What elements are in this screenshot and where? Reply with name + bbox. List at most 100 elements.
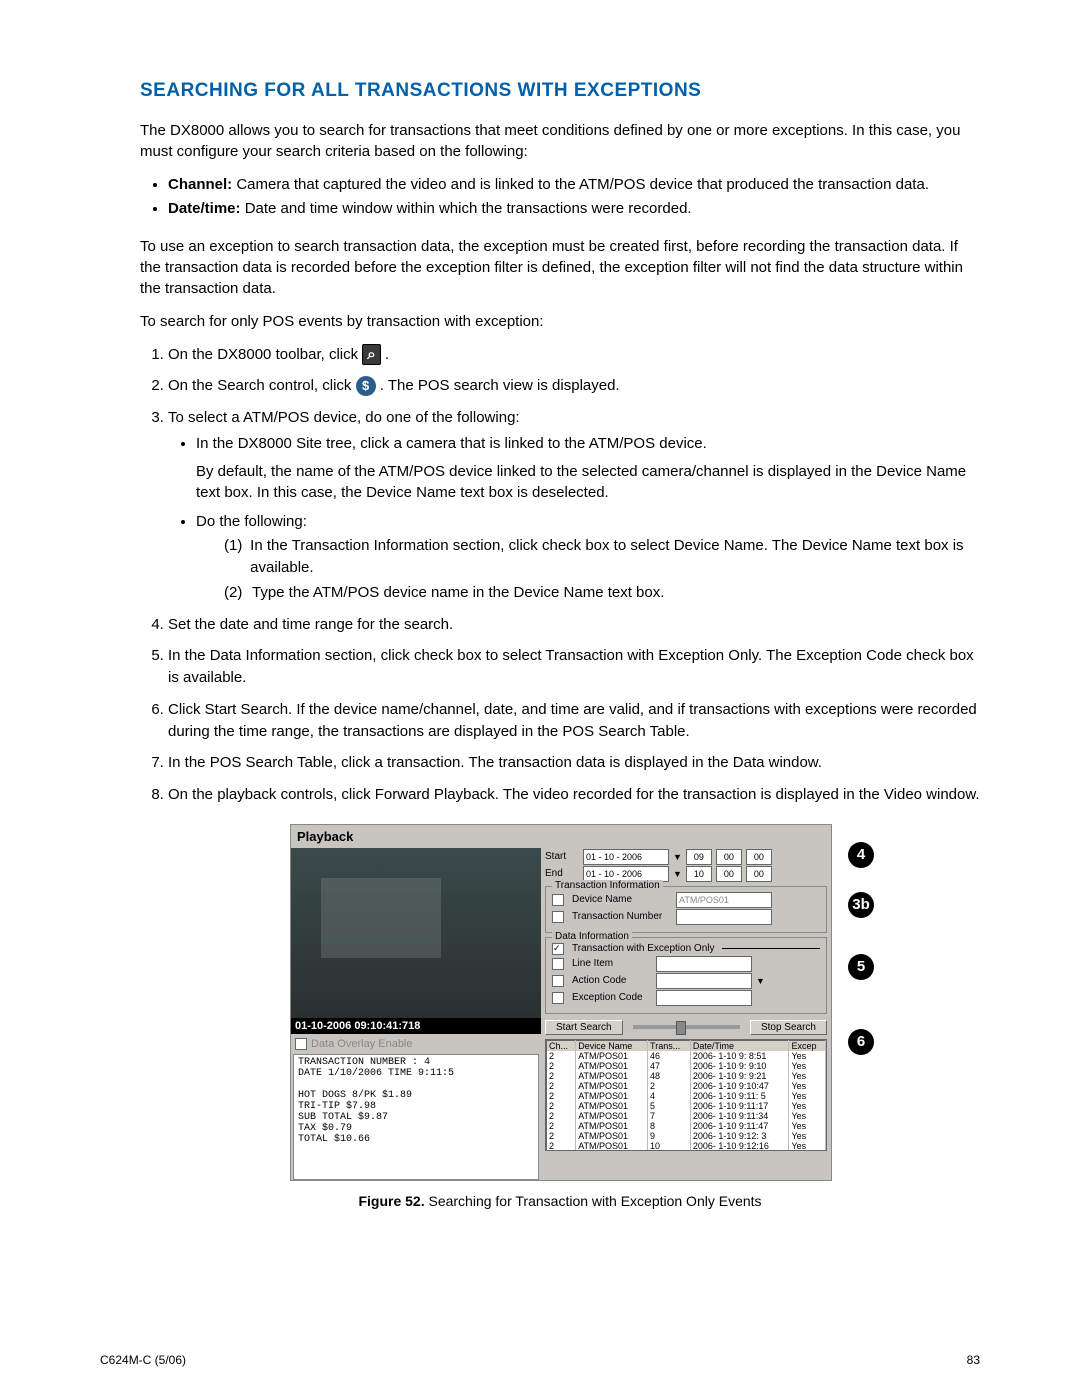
overlay-checkbox[interactable] [295,1038,307,1050]
pos-search-table-wrap: Ch...Device NameTrans...Date/TimeExcep2A… [545,1039,827,1151]
line-item-checkbox[interactable] [552,958,564,970]
pos-search-icon: $ [356,376,376,396]
start-row: Start 01 - 10 - 2006 ▼ 09 00 00 [545,849,827,865]
table-row[interactable]: 2ATM/POS01102006- 1-10 9:12:16Yes [547,1141,826,1151]
steps-list: On the DX8000 toolbar, click ⌕ . On the … [140,344,980,806]
table-header[interactable]: Excep [789,1040,826,1051]
step-3-sub-2-text: Do the following: [196,513,307,530]
step-2-text-a: On the Search control, click [168,377,356,394]
start-hour-spinner[interactable]: 09 [686,849,712,865]
transaction-number-label: Transaction Number [572,911,672,922]
table-row[interactable]: 2ATM/POS01482006- 1-10 9: 9:21Yes [547,1071,826,1081]
step-3-text: To select a ATM/POS device, do one of th… [168,409,520,426]
table-row[interactable]: 2ATM/POS0192006- 1-10 9:12: 3Yes [547,1131,826,1141]
step-1: On the DX8000 toolbar, click ⌕ . [168,344,980,366]
step-3-sub-2-1: In the Transaction Information section, … [250,535,980,579]
transaction-info-group: Transaction Information Device Name ATM/… [545,886,827,933]
step-3-sub-1-note: By default, the name of the ATM/POS devi… [196,461,980,503]
data-info-group: Data Information Transaction with Except… [545,937,827,1014]
end-hour-spinner[interactable]: 10 [686,866,712,882]
video-window[interactable] [291,848,541,1018]
exception-only-label: Transaction with Exception Only [572,943,714,954]
step-4: Set the date and time range for the sear… [168,614,980,636]
video-timestamp: 01-10-2006 09:10:41:718 [291,1018,541,1034]
action-code-select[interactable] [656,973,752,989]
exception-code-input[interactable] [656,990,752,1006]
device-name-checkbox[interactable] [552,894,564,906]
callout-3b: 3b [848,892,874,918]
device-name-label: Device Name [572,894,672,905]
criteria-channel: Channel: Camera that captured the video … [168,174,980,196]
callout-6: 6 [848,1029,874,1055]
datetime-label: Date/time: [168,200,241,217]
step-5: In the Data Information section, click c… [168,645,980,689]
table-header[interactable]: Device Name [576,1040,648,1051]
exception-code-checkbox[interactable] [552,992,564,1004]
callout-4: 4 [848,842,874,868]
step-3: To select a ATM/POS device, do one of th… [168,407,980,604]
line-item-input[interactable] [656,956,752,972]
action-code-checkbox[interactable] [552,975,564,987]
table-header[interactable]: Ch... [547,1040,576,1051]
step-2-text-b: . The POS search view is displayed. [380,377,620,394]
end-label: End [545,868,579,879]
end-sec-spinner[interactable]: 00 [746,866,772,882]
end-min-spinner[interactable]: 00 [716,866,742,882]
table-row[interactable]: 2ATM/POS0142006- 1-10 9:11: 5Yes [547,1091,826,1101]
transaction-number-checkbox[interactable] [552,911,564,923]
line-item-label: Line Item [572,958,652,969]
step-8: On the playback controls, click Forward … [168,784,980,806]
search-toolbar-icon: ⌕ [362,344,380,365]
playback-panel: Playback 01-10-2006 09:10:41:718 Data Ov… [290,824,832,1181]
table-header[interactable]: Trans... [648,1040,691,1051]
criteria-datetime: Date/time: Date and time window within w… [168,198,980,220]
table-row[interactable]: 2ATM/POS0172006- 1-10 9:11:34Yes [547,1111,826,1121]
exception-note: To use an exception to search transactio… [140,236,980,299]
step-3-sub-2: Do the following: (1)In the Transaction … [196,511,980,604]
table-header[interactable]: Date/Time [690,1040,789,1051]
table-row[interactable]: 2ATM/POS0182006- 1-10 9:11:47Yes [547,1121,826,1131]
table-row[interactable]: 2ATM/POS01472006- 1-10 9: 9:10Yes [547,1061,826,1071]
step-1-text-b: . [385,346,389,363]
exception-code-label: Exception Code [572,992,652,1003]
start-search-button[interactable]: Start Search [545,1020,623,1035]
transaction-info-title: Transaction Information [552,880,663,891]
data-overlay-enable[interactable]: Data Overlay Enable [291,1034,541,1054]
figure-wrapper: 4 3b 5 6 Playback 01-10-2006 09:10:41:71… [290,824,830,1209]
step-6: Click Start Search. If the device name/c… [168,699,980,743]
step-7: In the POS Search Table, click a transac… [168,752,980,774]
search-intro: To search for only POS events by transac… [140,311,980,332]
step-3-sub-2-2: Type the ATM/POS device name in the Devi… [252,582,664,604]
intro-paragraph: The DX8000 allows you to search for tran… [140,120,980,162]
figure-label: Figure 52. [358,1193,424,1209]
stop-search-button[interactable]: Stop Search [750,1020,827,1035]
footer-page-number: 83 [967,1353,980,1367]
table-row[interactable]: 2ATM/POS01462006- 1-10 9: 8:51Yes [547,1051,826,1061]
overlay-label: Data Overlay Enable [311,1038,413,1050]
step-3-sub-1: In the DX8000 Site tree, click a camera … [196,433,980,503]
step-2: On the Search control, click $ . The POS… [168,375,980,397]
callout-5: 5 [848,954,874,980]
action-code-label: Action Code [572,975,652,986]
exception-only-checkbox[interactable] [552,943,564,955]
start-date-input[interactable]: 01 - 10 - 2006 [583,849,669,865]
step-3-sub-1-text: In the DX8000 Site tree, click a camera … [196,435,707,452]
footer-doc-id: C624M-C (5/06) [100,1353,186,1367]
step-1-text-a: On the DX8000 toolbar, click [168,346,362,363]
panel-title: Playback [291,825,831,848]
channel-text: Camera that captured the video and is li… [232,176,929,193]
start-min-spinner[interactable]: 00 [716,849,742,865]
transaction-number-input[interactable] [676,909,772,925]
table-row[interactable]: 2ATM/POS0152006- 1-10 9:11:17Yes [547,1101,826,1111]
figure-caption-text: Searching for Transaction with Exception… [425,1193,762,1209]
datetime-text: Date and time window within which the tr… [241,200,692,217]
data-window[interactable]: TRANSACTION NUMBER : 4DATE 1/10/2006 TIM… [293,1054,539,1180]
start-sec-spinner[interactable]: 00 [746,849,772,865]
table-row[interactable]: 2ATM/POS0122006- 1-10 9:10:47Yes [547,1081,826,1091]
criteria-list: Channel: Camera that captured the video … [140,174,980,220]
data-info-title: Data Information [552,931,632,942]
pos-search-table[interactable]: Ch...Device NameTrans...Date/TimeExcep2A… [546,1040,826,1151]
figure-caption: Figure 52. Searching for Transaction wit… [290,1193,830,1209]
device-name-input[interactable]: ATM/POS01 [676,892,772,908]
progress-slider[interactable] [633,1025,740,1029]
